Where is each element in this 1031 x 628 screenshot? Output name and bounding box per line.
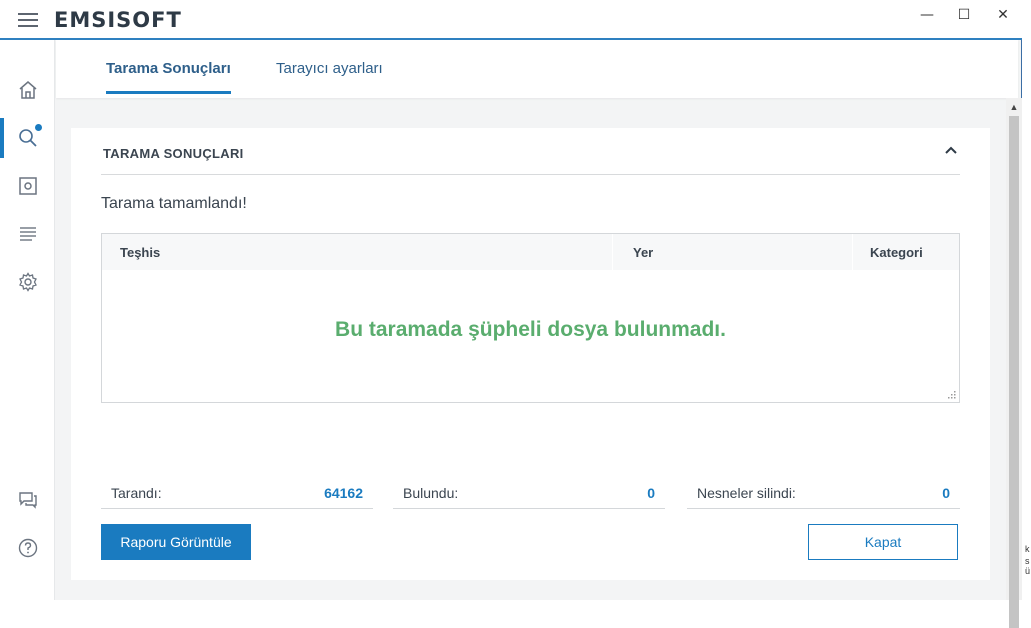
column-separator <box>612 234 613 270</box>
help-icon <box>18 538 38 558</box>
view-report-button[interactable]: Raporu Görüntüle <box>101 524 251 560</box>
tab-scan-results[interactable]: Tarama Sonuçları <box>106 60 231 94</box>
sidebar-item-home[interactable] <box>0 70 55 110</box>
title-bar: EMSISOFT — ☐ ✕ <box>0 0 1022 38</box>
app-logo: EMSISOFT <box>54 8 182 32</box>
search-icon <box>19 129 37 147</box>
tab-scanner-settings[interactable]: Tarayıcı ayarları <box>276 60 383 91</box>
vertical-scrollbar[interactable]: ▲ <box>1006 98 1022 628</box>
sidebar-item-scan[interactable] <box>0 118 55 158</box>
edge-char: k <box>1025 544 1030 554</box>
column-separator <box>852 234 853 270</box>
close-window-button[interactable]: ✕ <box>990 4 1016 26</box>
sidebar-item-help[interactable] <box>0 528 55 568</box>
column-header-category[interactable]: Kategori <box>870 245 923 260</box>
stat-value: 64162 <box>324 485 363 501</box>
hamburger-menu-icon[interactable] <box>18 13 38 27</box>
chat-icon <box>19 492 37 509</box>
app-window: EMSISOFT — ☐ ✕ Tarama Sonuçları Tarayıcı… <box>0 0 1022 628</box>
scan-status-text: Tarama tamamlandı! <box>101 195 247 212</box>
stat-value: 0 <box>942 485 950 501</box>
tab-bar: Tarama Sonuçları Tarayıcı ayarları <box>56 40 1018 98</box>
sidebar-item-settings[interactable] <box>0 262 55 302</box>
stat-label: Bulundu: <box>403 485 459 501</box>
stat-label: Nesneler silindi: <box>697 485 796 501</box>
table-header: Teşhis Yer Kategori <box>102 234 959 270</box>
stat-value: 0 <box>647 485 655 501</box>
background-window-edge: k s ü <box>1024 0 1031 600</box>
maximize-button[interactable]: ☐ <box>951 4 977 26</box>
gear-icon <box>19 272 37 292</box>
results-table: Teşhis Yer Kategori Bu taramada şüpheli … <box>101 233 960 403</box>
column-header-location[interactable]: Yer <box>633 245 653 260</box>
logs-icon <box>20 227 36 241</box>
quarantine-icon <box>19 177 37 195</box>
active-indicator <box>0 118 4 158</box>
close-button[interactable]: Kapat <box>808 524 958 560</box>
scroll-up-arrow-icon[interactable]: ▲ <box>1006 100 1022 114</box>
stat-found: Bulundu: 0 <box>393 480 665 509</box>
stat-removed: Nesneler silindi: 0 <box>687 480 960 509</box>
stat-label: Tarandı: <box>111 485 162 501</box>
edge-char: s <box>1025 556 1030 566</box>
sidebar-item-quarantine[interactable] <box>0 166 55 206</box>
column-header-diagnosis[interactable]: Teşhis <box>120 245 160 260</box>
chevron-up-icon[interactable] <box>942 142 960 160</box>
scrollbar-thumb[interactable] <box>1009 116 1019 628</box>
home-icon <box>19 81 37 99</box>
minimize-button[interactable]: — <box>914 4 940 26</box>
sidebar-item-feedback[interactable] <box>0 480 55 520</box>
edge-char: ü <box>1025 566 1031 576</box>
divider <box>101 174 960 175</box>
resize-grip-icon[interactable] <box>948 391 956 399</box>
card-title: TARAMA SONUÇLARI <box>103 146 244 161</box>
empty-results-message: Bu taramada şüpheli dosya bulunmadı. <box>335 318 726 341</box>
notification-dot <box>35 124 42 131</box>
scan-results-card: TARAMA SONUÇLARI Tarama tamamlandı! Teşh… <box>71 128 990 580</box>
sidebar <box>0 40 55 600</box>
stat-scanned: Tarandı: 64162 <box>101 480 373 509</box>
sidebar-item-logs[interactable] <box>0 214 55 254</box>
